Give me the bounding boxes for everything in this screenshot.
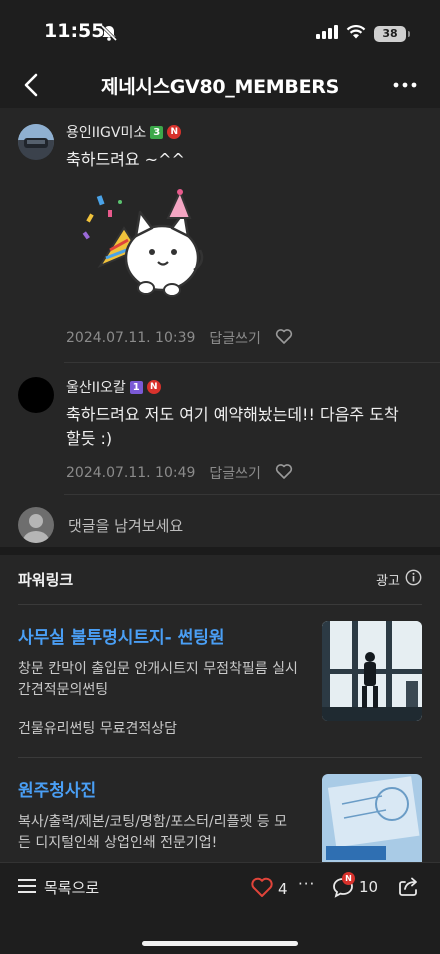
bottom-toolbar: 목록으로 4 ··· N 10: [0, 862, 440, 954]
ad-description: 복사/출력/제본/코팅/명함/포스터/리플렛 등 모든 디지털인쇄 상업인쇄 전…: [18, 814, 288, 851]
page-title: 제네시스GV80_MEMBERS: [101, 76, 339, 98]
avatar[interactable]: [18, 377, 54, 413]
status-right: 38: [316, 24, 410, 43]
comment-count: 10: [359, 878, 379, 896]
cat-party-sticker-image: [80, 188, 210, 308]
reply-button[interactable]: 답글쓰기: [209, 328, 261, 348]
ad-title[interactable]: 사무실 불투명시트지- 썬팅원: [18, 623, 225, 648]
status-bar: 11:55 38: [0, 0, 440, 62]
comment-item: 울산II오칼 1 N 축하드려요 저도 여기 예약해놨는데!! 다음주 도착 할…: [18, 363, 440, 495]
nav-bar: 제네시스GV80_MEMBERS: [0, 62, 440, 108]
comment-meta: 2024.07.11. 10:39 답글쓰기: [66, 328, 293, 348]
reply-input-row[interactable]: 댓글을 남겨보세요: [0, 495, 440, 555]
user-avatar: [18, 507, 54, 543]
new-badge: N: [167, 125, 182, 139]
author-name: 용인IIGV미소: [66, 125, 147, 141]
comment-date: 2024.07.11. 10:39: [66, 330, 196, 346]
comment-bubble-icon: N: [331, 872, 355, 899]
comment-new-badge: N: [342, 872, 355, 885]
more-options-icon[interactable]: [392, 72, 418, 102]
comment-button[interactable]: N 10: [331, 872, 379, 899]
ad-description-secondary: 건물유리썬팅 무료견적상담: [18, 721, 178, 737]
battery-indicator: 38: [374, 25, 410, 42]
more-dots-icon[interactable]: ···: [298, 875, 315, 893]
powerlink-section: 파워링크 광고 사무실 불투명시트지- 썬팅원 창문 칸막이 출입문 안개시트지…: [0, 555, 440, 862]
comment-meta: 2024.07.11. 10:49 답글쓰기: [66, 463, 293, 483]
ad-description: 창문 칸막이 출입문 안개시트지 무점착필름 실시간견적문의썬팅: [18, 661, 298, 698]
bell-muted-icon: [100, 24, 118, 46]
share-icon[interactable]: [396, 875, 420, 903]
comment-date: 2024.07.11. 10:49: [66, 465, 196, 481]
powerlink-header: 파워링크 광고: [18, 555, 422, 605]
ad-thumbnail-image[interactable]: [322, 621, 422, 721]
comment-item: 용인IIGV미소 3 N 축하드려요 ~^^ 2024.07.11. 10:39…: [18, 108, 440, 363]
comment-author[interactable]: 울산II오칼 1 N: [66, 377, 161, 397]
status-time: 11:55: [44, 20, 105, 42]
reply-input[interactable]: 댓글을 남겨보세요: [68, 515, 183, 536]
menu-lines-icon: [18, 878, 36, 898]
new-badge: N: [146, 380, 161, 394]
ad-info[interactable]: 광고: [376, 569, 422, 590]
like-count: 4: [278, 880, 288, 898]
ad-label: 광고: [376, 574, 400, 589]
ad-item[interactable]: 사무실 불투명시트지- 썬팅원 창문 칸막이 출입문 안개시트지 무점착필름 실…: [18, 605, 422, 758]
heart-icon: [250, 876, 274, 902]
comment-text: 축하드려요 ~^^: [66, 150, 185, 169]
wifi-icon: [346, 24, 366, 43]
like-button[interactable]: 4: [250, 876, 288, 902]
comment-author[interactable]: 용인IIGV미소 3 N: [66, 122, 182, 142]
powerlink-title: 파워링크: [18, 571, 74, 589]
author-name: 울산II오칼: [66, 380, 126, 396]
list-label: 목록으로: [44, 879, 100, 897]
ad-thumbnail-image[interactable]: [322, 774, 422, 862]
content-area: 용인IIGV미소 3 N 축하드려요 ~^^ 2024.07.11. 10:39…: [0, 108, 440, 862]
ad-item[interactable]: 원주청사진 복사/출력/제본/코팅/명함/포스터/리플렛 등 모든 디지털인쇄 …: [18, 758, 422, 862]
like-heart-icon[interactable]: [275, 328, 293, 348]
home-indicator[interactable]: [142, 941, 298, 946]
comment-text: 축하드려요 저도 여기 예약해놨는데!! 다음주 도착 할듯 :): [66, 405, 399, 448]
reply-button[interactable]: 답글쓰기: [209, 463, 261, 483]
member-level-badge: 1: [129, 380, 143, 394]
member-level-badge: 3: [150, 125, 164, 139]
info-icon[interactable]: [405, 569, 422, 590]
back-to-list-button[interactable]: 목록으로: [18, 877, 99, 898]
ad-title[interactable]: 원주청사진: [18, 776, 96, 801]
like-heart-icon[interactable]: [275, 463, 293, 483]
avatar[interactable]: [18, 124, 54, 160]
signal-icon: [316, 24, 338, 43]
